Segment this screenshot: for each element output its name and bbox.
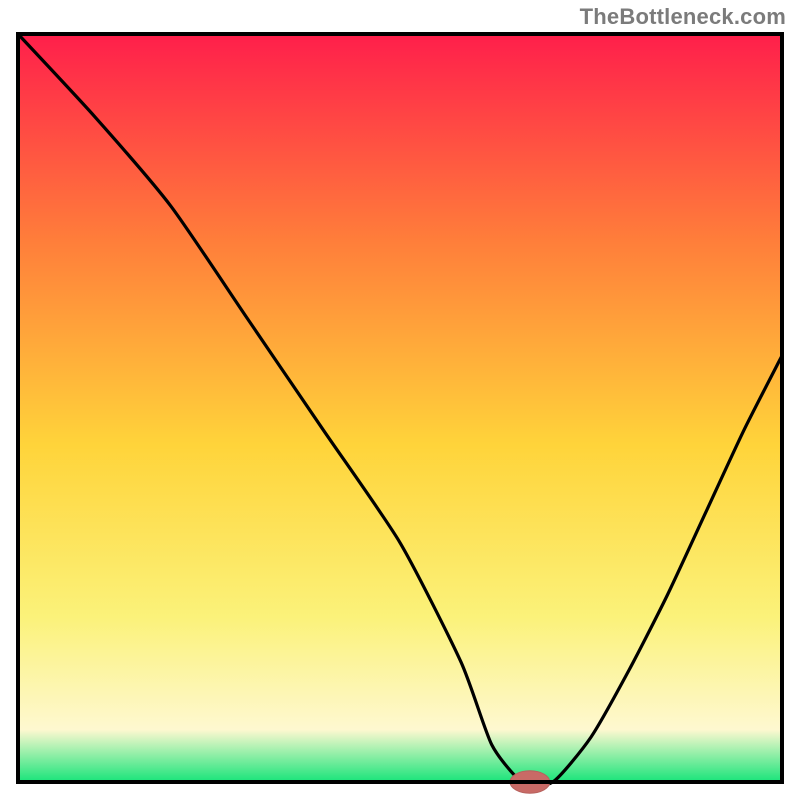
bottleneck-chart <box>0 0 800 800</box>
watermark-text: TheBottleneck.com <box>580 4 786 30</box>
chart-frame: TheBottleneck.com <box>0 0 800 800</box>
plot-area <box>18 34 782 793</box>
gradient-background <box>18 34 782 782</box>
